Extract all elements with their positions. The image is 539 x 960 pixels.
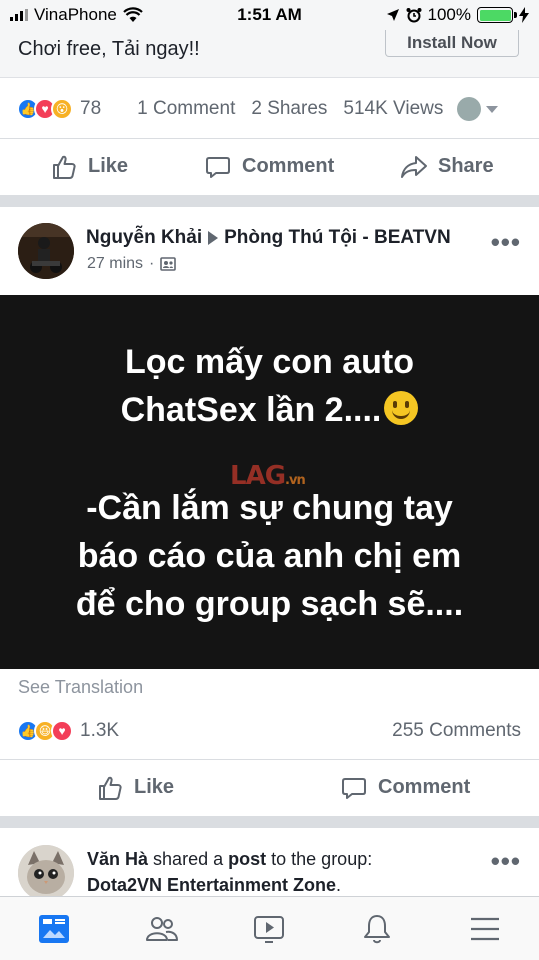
image-line-2: ChatSex lần 2.... (0, 387, 539, 434)
bell-icon (364, 914, 391, 943)
image-line-2-text: ChatSex lần 2.... (120, 391, 382, 429)
arrow-right-icon (208, 231, 219, 245)
meta-dot: · (149, 255, 155, 272)
watch-video-icon (254, 915, 285, 943)
tab-menu[interactable] (455, 902, 515, 956)
more-options-icon[interactable]: ••• (491, 227, 521, 258)
image-line-4: báo cáo của anh chị em (77, 537, 462, 575)
like-label: Like (134, 776, 175, 798)
comment-icon (342, 777, 366, 799)
post-card: Nguyễn Khải Phòng Thú Tội - BEATVN ••• 2… (0, 207, 539, 816)
charging-icon (519, 7, 529, 23)
shared-group-name[interactable]: Dota2VN Entertainment Zone (87, 875, 336, 895)
comment-button[interactable]: Comment (204, 153, 334, 181)
group-name[interactable]: Phòng Thú Tội - BEATVN (224, 227, 451, 249)
shared-text-2: to the group: (271, 849, 373, 869)
ad-post-stats: 👍 ♥ 😮 78 1 Comment 2 Shares 514K Views (0, 87, 539, 131)
tab-groups[interactable] (132, 902, 192, 956)
like-button[interactable]: Like (96, 774, 174, 802)
battery-icon (477, 7, 517, 23)
chevron-down-icon[interactable] (486, 105, 499, 113)
share-label: Share (438, 155, 494, 177)
image-line-3: -Cần lắm sự chung tay (86, 489, 453, 527)
like-button[interactable]: Like (50, 153, 128, 181)
status-right: 100% (386, 5, 529, 25)
post-header: Nguyễn Khải Phòng Thú Tội - BEATVN (86, 227, 451, 249)
tab-news-feed[interactable] (24, 902, 84, 956)
reaction-icons[interactable]: 👍 ♥ 😮 (17, 98, 73, 120)
reaction-count[interactable]: 78 (80, 98, 101, 120)
author-name[interactable]: Nguyễn Khải (86, 227, 202, 249)
groups-icon (145, 916, 178, 941)
ad-text: Chơi free, Tải ngay!! (18, 38, 200, 60)
post-image-text-card[interactable]: Lọc mấy con auto ChatSex lần 2.... LAG.v… (0, 295, 539, 669)
sharer-avatar[interactable] (18, 845, 74, 901)
post-actions: Like Comment (0, 759, 539, 815)
ad-call-to-action-row: Chơi free, Tải ngay!! Install Now (0, 30, 539, 78)
share-count[interactable]: 2 Shares (251, 98, 327, 120)
see-translation-link[interactable]: See Translation (18, 677, 143, 698)
status-bar: VinaPhone 1:51 AM 100% (0, 0, 539, 30)
hamburger-menu-icon (471, 917, 500, 940)
comment-label: Comment (242, 155, 335, 177)
thumbs-up-icon (99, 776, 122, 800)
post-time[interactable]: 27 mins (87, 255, 143, 273)
image-line-5: để cho group sạch sẽ.... (75, 585, 464, 623)
love-reaction-icon: ♥ (51, 720, 73, 742)
shared-post-header: Văn Hà shared a post to the group: Dota2… (87, 849, 373, 895)
tab-watch[interactable] (239, 902, 299, 956)
like-label: Like (88, 155, 129, 177)
more-options-icon[interactable]: ••• (491, 846, 521, 877)
share-icon (401, 155, 427, 178)
install-now-button[interactable]: Install Now (385, 30, 519, 57)
comment-icon (206, 156, 230, 178)
share-button[interactable]: Share (400, 153, 494, 181)
sharer-name[interactable]: Văn Hà (87, 849, 148, 869)
cat-avatar-photo (18, 845, 74, 901)
news-feed-icon (38, 914, 69, 943)
comment-label: Comment (378, 776, 471, 798)
avatar-photo (18, 223, 74, 279)
alarm-icon (406, 8, 422, 23)
comment-count[interactable]: 1 Comment (137, 98, 235, 120)
post-meta: 27 mins · (87, 255, 177, 273)
thumbs-up-icon (53, 155, 76, 179)
battery-percent: 100% (427, 5, 471, 24)
view-count: 514K Views (343, 98, 444, 119)
ad-post-actions: Like Comment Share (0, 138, 539, 194)
reaction-icons[interactable]: 👍 😆 ♥ (17, 720, 73, 742)
post-stats: 👍 😆 ♥ 1.3K 255 Comments (0, 709, 539, 753)
tab-notifications[interactable] (347, 902, 407, 956)
shared-post-link[interactable]: post (228, 849, 266, 869)
group-privacy-icon (160, 257, 177, 271)
comment-button[interactable]: Comment (340, 774, 470, 802)
viewer-avatar[interactable] (457, 97, 482, 121)
image-line-1: Lọc mấy con auto (124, 343, 415, 381)
wow-reaction-icon: 😮 (51, 98, 73, 120)
reaction-count[interactable]: 1.3K (80, 720, 119, 742)
comment-count[interactable]: 255 Comments (392, 720, 521, 742)
smiley-emoji-icon (384, 391, 419, 425)
bottom-tab-bar (0, 896, 539, 960)
location-icon (386, 9, 399, 21)
author-avatar[interactable] (18, 223, 74, 279)
shared-text-1: shared a (153, 849, 224, 869)
